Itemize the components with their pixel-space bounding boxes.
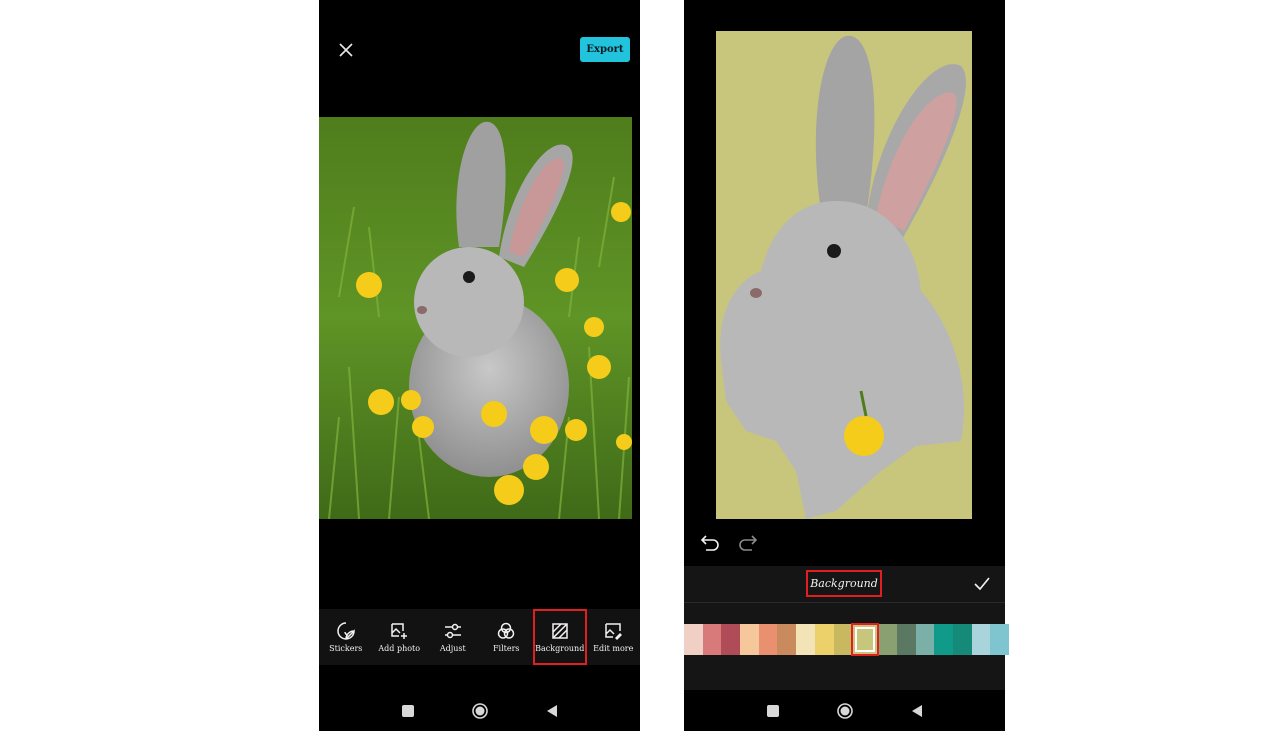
confirm-button[interactable] — [972, 574, 992, 594]
color-swatch[interactable] — [777, 624, 797, 655]
edit-image-icon — [605, 623, 623, 640]
color-swatch[interactable] — [833, 624, 853, 655]
add-photo-icon — [391, 623, 408, 639]
back-triangle-icon — [546, 704, 557, 717]
back-button[interactable] — [541, 700, 563, 722]
color-swatch[interactable] — [934, 624, 953, 655]
android-nav-bar — [684, 690, 1005, 731]
tool-label: Background — [535, 644, 585, 653]
tool-adjust[interactable]: Adjust — [426, 609, 480, 665]
undo-icon — [700, 535, 719, 551]
square-icon — [766, 704, 779, 717]
color-swatch[interactable] — [758, 624, 778, 655]
color-swatch[interactable] — [952, 624, 972, 655]
tool-stickers[interactable]: Stickers — [319, 609, 373, 665]
color-swatch[interactable] — [740, 624, 759, 655]
color-swatch[interactable] — [971, 624, 991, 655]
rabbit-cutout-preview — [716, 31, 972, 519]
color-swatch[interactable] — [684, 624, 703, 655]
redo-button[interactable] — [736, 531, 758, 553]
tool-filters[interactable]: Filters — [480, 609, 534, 665]
background-icon — [552, 623, 568, 639]
tool-background[interactable]: Background — [533, 609, 587, 665]
square-icon — [401, 704, 414, 717]
checkmark-icon — [974, 577, 990, 591]
android-nav-bar — [319, 690, 640, 731]
filters-icon — [498, 622, 515, 639]
tool-label: Adjust — [439, 644, 466, 653]
color-swatch[interactable] — [721, 624, 741, 655]
color-swatch-row — [684, 623, 1009, 656]
export-button[interactable]: Export — [580, 37, 630, 62]
color-swatch[interactable] — [814, 624, 834, 655]
tool-edit-more[interactable]: Edit more — [587, 609, 641, 665]
home-circle-icon — [471, 702, 488, 719]
color-swatch-selected[interactable] — [851, 623, 880, 656]
rabbit-photo — [319, 117, 632, 519]
undo-button[interactable] — [700, 531, 722, 553]
recents-button[interactable] — [397, 700, 419, 722]
home-circle-icon — [836, 702, 853, 719]
tool-label: Stickers — [329, 644, 363, 653]
close-icon — [339, 43, 353, 57]
tool-label: Edit more — [593, 644, 634, 653]
close-button[interactable] — [334, 38, 358, 62]
home-button[interactable] — [834, 700, 856, 722]
color-swatch[interactable] — [878, 624, 897, 655]
color-swatch[interactable] — [990, 624, 1009, 655]
recents-button[interactable] — [762, 700, 784, 722]
sliders-icon — [444, 623, 461, 639]
home-button[interactable] — [469, 700, 491, 722]
color-swatch[interactable] — [896, 624, 916, 655]
panel-divider — [684, 602, 1005, 603]
editor-toolbar: Stickers Add photo Adjust Filters Backgr… — [319, 609, 640, 665]
color-swatch[interactable] — [702, 624, 722, 655]
sticker-icon — [337, 622, 355, 640]
panel-title: Background — [806, 570, 882, 597]
tool-add-photo[interactable]: Add photo — [373, 609, 427, 665]
color-swatch[interactable] — [796, 624, 815, 655]
tool-label: Filters — [492, 644, 520, 653]
tool-label: Add photo — [378, 644, 421, 653]
back-button[interactable] — [906, 700, 928, 722]
redo-icon — [739, 535, 758, 551]
back-triangle-icon — [911, 704, 922, 717]
color-swatch[interactable] — [915, 624, 935, 655]
